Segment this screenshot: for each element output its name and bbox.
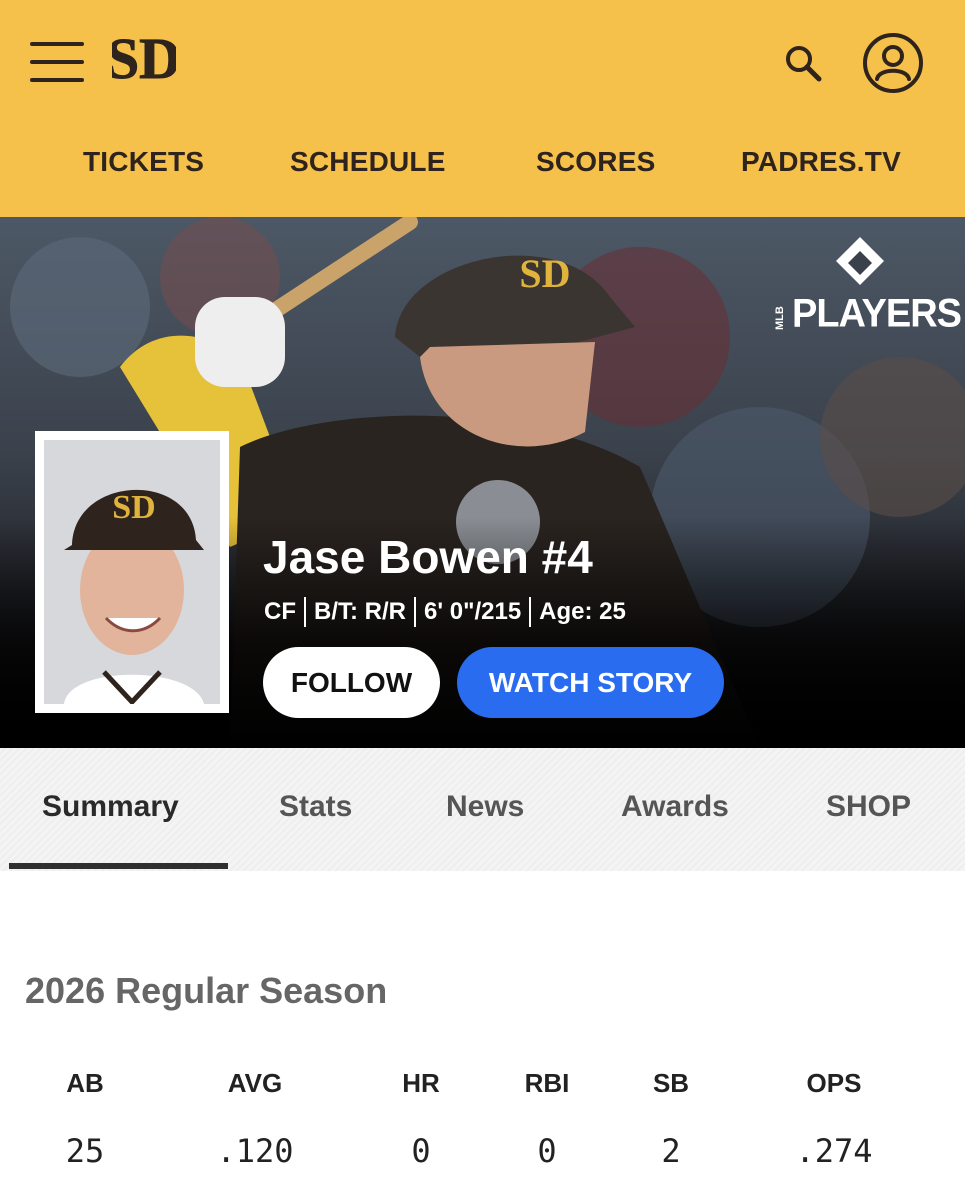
divider — [414, 597, 416, 627]
season-title: 2026 Regular Season — [25, 970, 388, 1011]
tab-awards[interactable]: Awards — [621, 790, 729, 824]
top-nav: TICKETS SCHEDULE SCORES PADRES.TV — [0, 146, 965, 194]
nav-schedule[interactable]: SCHEDULE — [290, 146, 446, 178]
headshot-image: SD — [44, 440, 220, 706]
divider — [304, 597, 306, 627]
nav-padres-tv[interactable]: PADRES.TV — [741, 146, 901, 178]
nav-scores[interactable]: SCORES — [536, 146, 655, 178]
svg-text:SD: SD — [519, 251, 570, 296]
stat-value-avg: .120 — [216, 1132, 294, 1170]
stat-header-avg: AVG — [227, 1068, 283, 1098]
player-bats-throws: B/T: R/R — [314, 598, 406, 625]
nav-tickets[interactable]: TICKETS — [83, 146, 204, 178]
tab-news[interactable]: News — [446, 790, 524, 824]
tab-shop[interactable]: SHOP — [826, 790, 911, 824]
account-icon[interactable] — [862, 32, 924, 94]
stat-header-ops: OPS — [806, 1068, 862, 1098]
player-name: Jase Bowen #4 — [263, 531, 593, 583]
stat-value-ops: .274 — [795, 1132, 873, 1170]
stat-header-sb: SB — [652, 1068, 690, 1098]
tab-summary[interactable]: Summary — [42, 790, 179, 824]
active-tab-indicator — [9, 863, 228, 869]
svg-text:SD: SD — [112, 489, 155, 526]
svg-text:SD: SD — [112, 26, 176, 91]
player-position: CF — [264, 598, 296, 625]
watch-story-button[interactable]: WATCH STORY — [457, 647, 724, 718]
stat-value-sb: 2 — [661, 1132, 681, 1170]
hamburger-menu-icon[interactable] — [30, 42, 84, 82]
stat-value-ab: 25 — [65, 1132, 105, 1170]
padres-logo[interactable]: SD — [112, 22, 176, 92]
search-icon[interactable] — [782, 42, 824, 84]
divider — [529, 597, 532, 627]
player-age: Age: 25 — [539, 598, 626, 625]
mlb-players-logo-text: PLAYERS — [792, 291, 962, 337]
player-hero: SD MLB PLAYERS SD Jase Bowen #4 CF B/T: … — [0, 217, 965, 748]
player-tabs: Summary Stats News Awards SHOP — [0, 748, 965, 871]
follow-button[interactable]: FOLLOW — [263, 647, 440, 718]
mlb-players-logo-small: MLB — [774, 306, 786, 330]
stat-header-ab: AB — [66, 1068, 104, 1098]
site-header: SD TICKETS SCHEDULE SCORES PADRES.TV — [0, 0, 965, 217]
player-headshot: SD — [35, 431, 229, 713]
player-bio-line: CF B/T: R/R 6' 0"/215 Age: 25 — [264, 597, 626, 627]
tab-stats[interactable]: Stats — [279, 790, 352, 824]
player-height-weight: 6' 0"/215 — [424, 598, 522, 625]
